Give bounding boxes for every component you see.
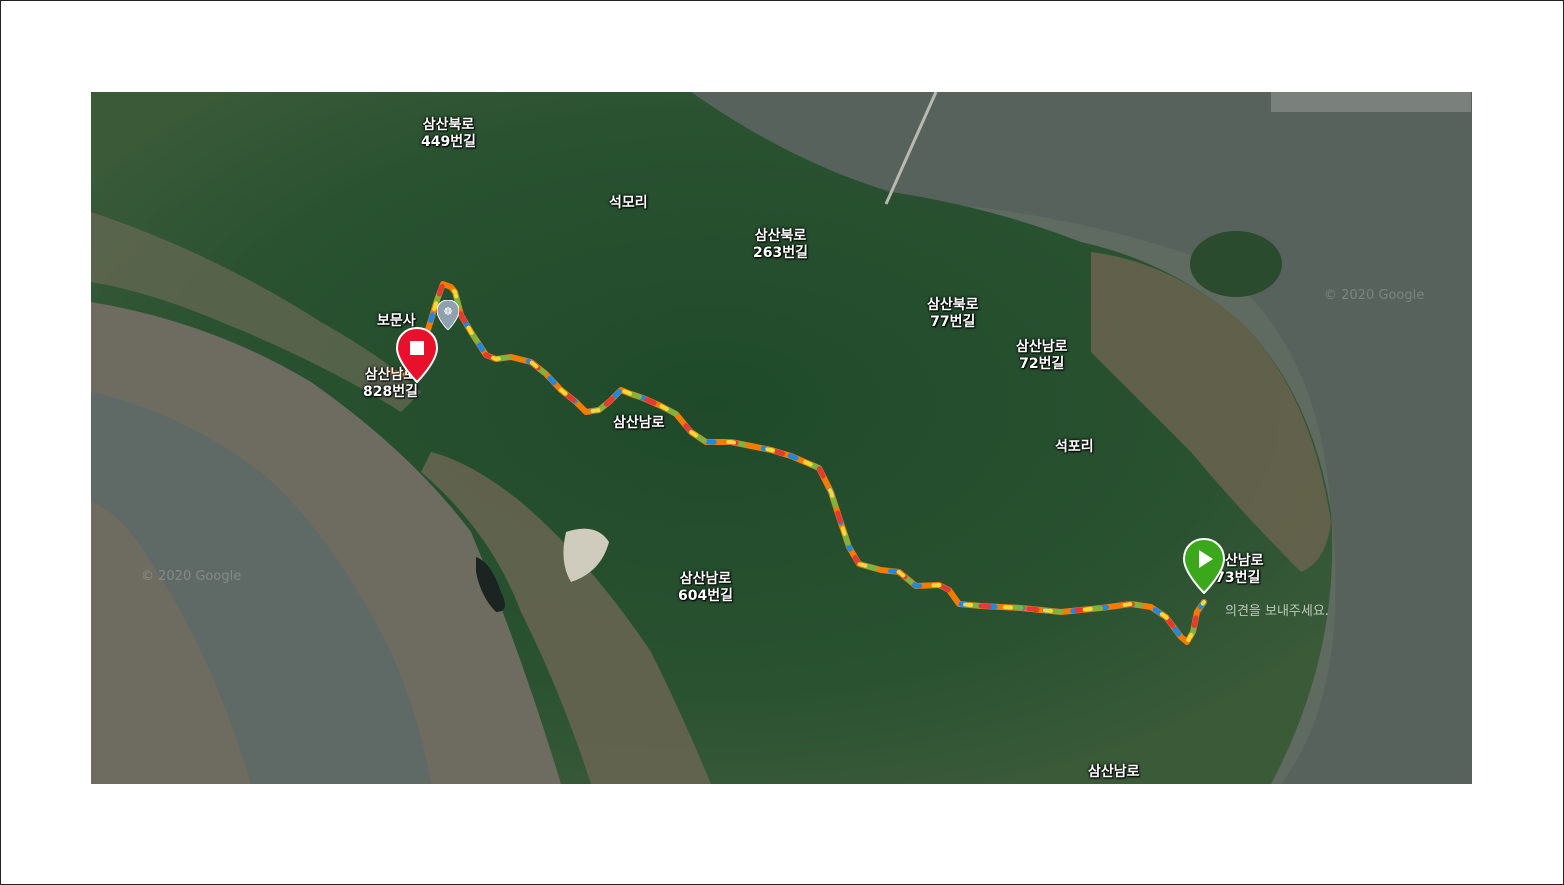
- map-label: 삼산남로 72번길: [1016, 339, 1068, 373]
- map-copyright: © 2020 Google: [1324, 288, 1425, 303]
- village-ne: [1271, 92, 1471, 112]
- small-island: [1190, 231, 1282, 297]
- map-label: 삼산남로 604번길: [678, 571, 733, 605]
- map-imagery: [91, 92, 1472, 784]
- label-line1: 삼산남로: [613, 415, 665, 431]
- label-line2: 604번길: [678, 588, 733, 604]
- stop-icon: [396, 327, 438, 383]
- label-line2: 77번길: [930, 314, 976, 330]
- map-copyright: © 2020 Google: [141, 569, 242, 584]
- label-line2: 263번길: [753, 245, 808, 261]
- map-label: 삼산북로 77번길: [927, 297, 979, 331]
- map-label: 석모리: [609, 195, 648, 212]
- label-line1: 삼산남로: [679, 571, 732, 587]
- svg-text:☸: ☸: [443, 305, 453, 318]
- label-line1: 삼산남로: [1088, 764, 1140, 780]
- map-label: 삼산남로: [613, 415, 665, 432]
- temple-icon: ☸: [437, 300, 459, 330]
- map-label: 삼산북로 263번길: [753, 228, 808, 262]
- map-label: 삼산남로: [1088, 764, 1140, 781]
- temple-poi-marker[interactable]: ☸: [437, 300, 459, 330]
- label-line2: 828번길: [363, 384, 418, 400]
- satellite-map[interactable]: 삼산북로 449번길 석모리 삼산북로 263번길 삼산북로 77번길 삼산남로…: [91, 92, 1472, 784]
- map-label: 석포리: [1055, 439, 1094, 456]
- map-label: 삼산북로 449번길: [421, 117, 476, 151]
- feedback-link[interactable]: 의견을 보내주세요.: [1225, 600, 1329, 619]
- play-icon: [1183, 538, 1225, 594]
- label-line2: 72번길: [1019, 356, 1065, 372]
- label-line1: 삼산남로: [1016, 339, 1068, 355]
- label-line1: 삼산북로: [422, 117, 475, 133]
- label-line1: 석포리: [1055, 439, 1094, 455]
- label-line1: 석모리: [609, 195, 648, 211]
- label-line2: 449번길: [421, 134, 476, 150]
- label-line1: 삼산북로: [754, 228, 807, 244]
- end-marker[interactable]: [396, 327, 438, 383]
- start-marker[interactable]: [1183, 538, 1225, 594]
- label-line1: 삼산북로: [927, 297, 979, 313]
